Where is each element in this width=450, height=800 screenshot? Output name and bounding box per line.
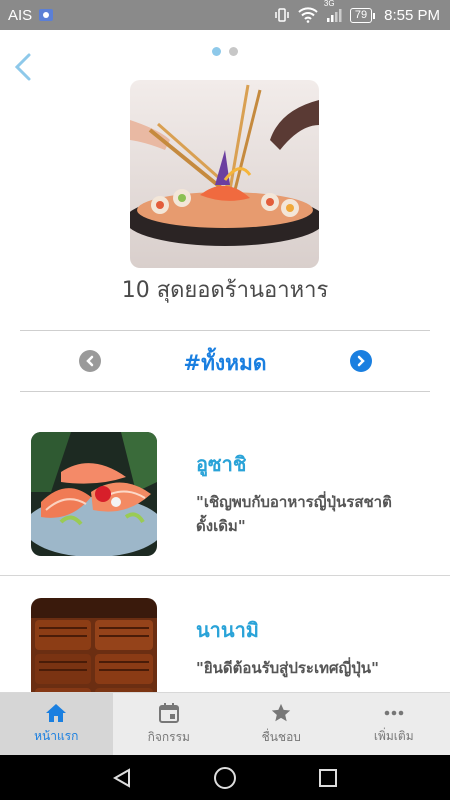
tab-label: หน้าแรก <box>34 728 79 743</box>
page-indicator <box>0 47 450 56</box>
tab-favorites[interactable]: ชื่นชอบ <box>225 693 338 755</box>
restaurant-name: นานามิ <box>196 618 259 642</box>
restaurant-thumbnail <box>31 432 157 556</box>
tab-activities[interactable]: กิจกรรม <box>113 693 226 755</box>
category-selector: #ทั้งหมด <box>0 332 450 390</box>
more-icon <box>384 710 404 715</box>
app-notification-icon <box>38 8 54 22</box>
triangle-back-icon <box>112 767 130 788</box>
signal-icon: 3G <box>324 0 342 23</box>
system-recents-button[interactable] <box>308 758 348 798</box>
page-dot-2[interactable] <box>229 47 238 56</box>
clock: 8:55 PM <box>384 6 440 24</box>
page-dot-1[interactable] <box>212 47 221 56</box>
wifi-icon <box>298 7 318 23</box>
tab-home[interactable]: หน้าแรก <box>0 693 113 755</box>
chevron-left-icon <box>14 53 31 81</box>
star-icon <box>272 703 291 721</box>
restaurant-description: "ยินดีต้อนรับสู่ประเทศญี่ปุ่น" <box>196 659 379 677</box>
square-recents-icon <box>319 768 338 787</box>
restaurant-name: อูซาชิ <box>196 452 247 476</box>
hero-image <box>130 80 319 268</box>
carrier-label: AIS <box>8 6 33 24</box>
battery-indicator: 79 <box>349 7 376 23</box>
circle-home-icon <box>213 766 236 789</box>
tab-more[interactable]: เพิ่มเติม <box>338 693 450 755</box>
system-back-button[interactable] <box>102 758 142 798</box>
divider-top <box>20 330 430 331</box>
tab-label: กิจกรรม <box>147 729 190 744</box>
divider-bottom <box>20 391 430 392</box>
network-type-label: 3G <box>323 0 335 8</box>
tab-label: เพิ่มเติม <box>373 728 414 743</box>
bottom-tab-bar: หน้าแรก กิจกรรม ชื่นชอบ เพิ่มเติม <box>0 692 450 755</box>
tab-label: ชื่นชอบ <box>261 729 301 744</box>
home-icon <box>46 703 67 722</box>
chevron-right-icon <box>357 355 365 367</box>
list-item[interactable]: อูซาชิ "เชิญพบกับอาหารญี่ปุ่นรสชาติดั้งเ… <box>0 410 450 576</box>
system-home-button[interactable] <box>205 758 245 798</box>
restaurant-description: "เชิญพบกับอาหารญี่ปุ่นรสชาติดั้งเดิม" <box>196 493 392 535</box>
next-category-button[interactable] <box>350 350 372 372</box>
status-bar: AIS 3G 79 8:55 PM <box>0 0 450 30</box>
page-title: 10 สุดยอดร้านอาหาร <box>121 278 329 303</box>
calendar-icon <box>158 702 179 723</box>
vibrate-icon <box>274 7 290 23</box>
system-navigation-bar <box>0 755 450 800</box>
category-label: #ทั้งหมด <box>183 351 267 375</box>
